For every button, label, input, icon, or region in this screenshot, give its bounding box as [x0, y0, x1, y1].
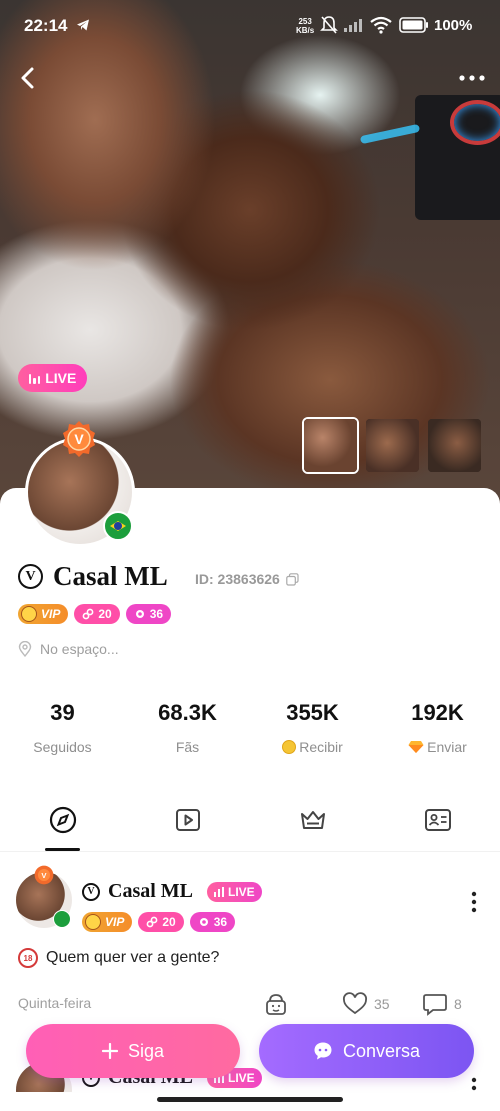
photo-thumbnail[interactable] [364, 417, 421, 474]
profile-tabs [0, 806, 500, 852]
tab-privileges[interactable] [250, 806, 375, 851]
svg-text:V: V [41, 871, 47, 880]
tab-moments[interactable] [0, 806, 125, 851]
stats-row: 39 Seguidos 68.3K Fãs 355K Recibir 192K … [0, 700, 500, 755]
vip-badge[interactable]: VIP [18, 604, 69, 624]
post-author[interactable]: Casal ML [108, 880, 193, 903]
gear-icon [199, 918, 208, 926]
post-more-icon[interactable] [466, 1076, 482, 1092]
gem-icon [408, 741, 424, 753]
photo-thumbnail[interactable] [426, 417, 483, 474]
post-badges: VIP 20 36 [82, 912, 236, 932]
background-light [359, 123, 421, 145]
chat-button[interactable]: Conversa [259, 1024, 474, 1078]
post-more-icon[interactable] [466, 890, 482, 914]
id-card-icon [424, 809, 451, 831]
brazil-flag-icon [103, 511, 133, 541]
battery-percent: 100% [434, 17, 473, 34]
live-indicator[interactable]: LIVE [18, 364, 87, 392]
live-tag[interactable]: LIVE [207, 881, 262, 902]
telegram-icon [77, 19, 89, 31]
verified-icon: V [18, 564, 43, 589]
tab-profile-info[interactable] [375, 806, 500, 851]
chat-label: Conversa [342, 1040, 421, 1061]
post-date: Quinta-feira [18, 995, 92, 1011]
wealth-level-badge[interactable]: 20 [138, 912, 184, 932]
stat-received[interactable]: 355K Recibir [250, 700, 375, 755]
play-icon [175, 809, 200, 831]
tab-videos[interactable] [125, 806, 250, 851]
location-text: No espaço... [40, 641, 119, 657]
network-speed: 253 KB/s [296, 17, 315, 35]
live-bars-icon [28, 372, 41, 384]
profile-avatar-group[interactable]: V [25, 421, 135, 547]
post-header: V Casal ML LIVE [82, 880, 262, 903]
wealth-level-badge[interactable]: 20 [74, 604, 120, 624]
profile-name: Casal ML [53, 561, 168, 591]
home-indicator[interactable] [157, 1097, 343, 1102]
status-time: 22:14 [24, 16, 68, 35]
heart-icon[interactable] [342, 991, 368, 1017]
link-icon [146, 916, 158, 928]
brazil-flag-icon [53, 910, 71, 928]
plus-icon [101, 1043, 118, 1059]
link-icon [82, 608, 94, 620]
background-decor [415, 95, 500, 220]
comment-count: 8 [454, 996, 462, 1012]
vip-badge[interactable]: VIP [82, 912, 133, 932]
vip-level-badge-icon: V [63, 421, 95, 457]
profile-name-row: V Casal ML [18, 561, 168, 592]
charm-level-badge[interactable]: 36 [125, 604, 172, 624]
gift-icon[interactable] [263, 991, 289, 1017]
compass-icon [49, 806, 76, 834]
vip-crest-icon [21, 606, 37, 622]
stat-following[interactable]: 39 Seguidos [0, 700, 125, 755]
adult-content-icon: 18 [18, 948, 38, 968]
status-bar: 22:14 253 KB/s 100% [0, 0, 500, 54]
user-id-label: ID: 23863626 [195, 571, 280, 587]
live-bars-icon [214, 886, 224, 897]
follow-label: Siga [127, 1040, 165, 1061]
more-options-icon[interactable] [456, 66, 488, 90]
verified-icon: V [82, 882, 100, 901]
vip-level-badge-icon: V [34, 865, 54, 885]
gear-icon [135, 610, 144, 618]
post-caption: Quem quer ver a gente? [46, 949, 220, 966]
comment-icon[interactable] [422, 991, 448, 1017]
vip-crest-icon [85, 914, 101, 930]
copy-icon[interactable] [286, 572, 299, 586]
follow-button[interactable]: Siga [26, 1024, 240, 1078]
location-row: No espaço... [18, 641, 119, 657]
charm-level-badge[interactable]: 36 [189, 912, 236, 932]
stat-sent[interactable]: 192K Enviar [375, 700, 500, 755]
svg-text:V: V [74, 431, 84, 447]
post-footer: Quinta-feira 35 8 [18, 991, 482, 1017]
mute-icon [320, 16, 338, 34]
location-pin-icon [18, 641, 32, 657]
profile-badges: VIP 20 36 [18, 604, 172, 624]
signal-icon [344, 19, 362, 32]
stat-fans[interactable]: 68.3K Fãs [125, 700, 250, 755]
photo-thumbnail[interactable] [302, 417, 359, 474]
post-avatar[interactable]: V [16, 865, 72, 928]
live-label: LIVE [45, 370, 77, 386]
coin-icon [282, 740, 297, 754]
crown-icon [300, 811, 325, 829]
post-text: 18 Quem quer ver a gente? [18, 948, 219, 968]
battery-icon [399, 17, 428, 33]
user-id[interactable]: ID: 23863626 [195, 571, 299, 587]
wifi-icon [370, 16, 392, 34]
back-icon[interactable] [12, 62, 44, 94]
like-count: 35 [374, 996, 390, 1012]
photo-thumbnails [302, 417, 483, 474]
chat-bubble-icon [314, 1042, 332, 1060]
